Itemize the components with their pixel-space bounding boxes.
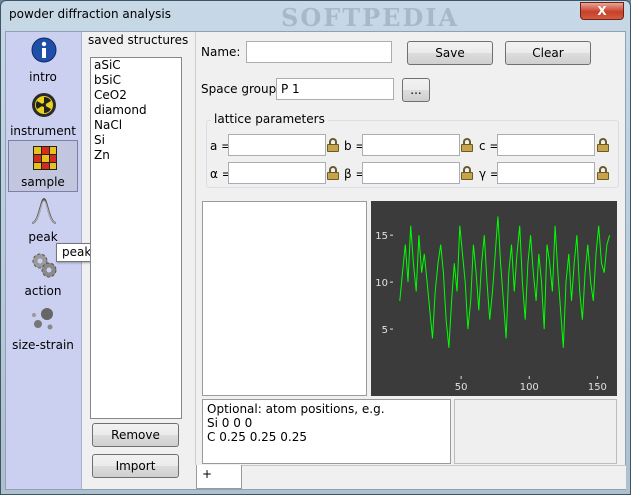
saved-structures-list[interactable]: aSiC bSiC CeO2 diamond NaCl Si Zn	[90, 57, 182, 419]
sidebar-item-label: action	[24, 284, 62, 298]
sidebar-item-label: peak	[28, 230, 58, 244]
title-bar[interactable]: powder diffraction analysis SOFTPEDIA X	[1, 1, 630, 32]
list-item[interactable]: diamond	[91, 103, 181, 118]
name-input[interactable]	[246, 41, 392, 63]
atom-positions-input[interactable]: Optional: atom positions, e.g. Si 0 0 0 …	[202, 399, 451, 464]
clear-button[interactable]: Clear	[505, 41, 591, 65]
x-tick-label: 50	[455, 382, 468, 393]
sidebar-item-label: instrument	[10, 124, 76, 138]
atom-line: C 0.25 0.25 0.25	[207, 430, 307, 444]
diffraction-chart[interactable]: 5 10 15 50 100 150	[371, 201, 617, 396]
import-button[interactable]: Import	[92, 454, 179, 478]
sidebar-item-label: sample	[21, 175, 65, 189]
lock-icon[interactable]	[327, 138, 339, 152]
sidebar-item-peak[interactable]: peak	[8, 194, 78, 246]
peak-icon	[31, 197, 57, 224]
gears-icon	[32, 253, 57, 278]
sidebar-item-label: intro	[29, 70, 57, 84]
sidebar-item-sample[interactable]: sample	[8, 140, 78, 192]
lock-icon[interactable]	[461, 166, 473, 180]
space-group-input[interactable]: P 1	[276, 78, 394, 100]
lock-icon[interactable]	[327, 166, 339, 180]
param-input-gamma[interactable]	[497, 162, 595, 184]
atom-line: Optional: atom positions, e.g.	[207, 402, 385, 416]
tab-bar: +	[196, 465, 626, 489]
chart-svg: 5 10 15 50 100 150	[375, 216, 611, 393]
list-item[interactable]: NaCl	[91, 118, 181, 133]
lock-icon[interactable]	[461, 138, 473, 152]
list-item[interactable]: Si	[91, 133, 181, 148]
sidebar-item-instrument[interactable]: instrument	[8, 88, 78, 140]
tab-add[interactable]: +	[196, 465, 242, 489]
save-button[interactable]: Save	[407, 41, 493, 65]
watermark: SOFTPEDIA	[281, 3, 460, 32]
window-title: powder diffraction analysis	[9, 7, 172, 21]
sidebar: intro instrument sample peak action size…	[6, 32, 98, 489]
param-input-c[interactable]	[497, 134, 595, 156]
close-button[interactable]: X	[580, 2, 624, 20]
list-item[interactable]: Zn	[91, 148, 181, 163]
sidebar-item-intro[interactable]: intro	[8, 34, 78, 86]
remove-button[interactable]: Remove	[92, 423, 179, 447]
structure-view[interactable]	[202, 201, 367, 396]
crystal-grid-icon	[33, 146, 57, 170]
lattice-parameters-title: lattice parameters	[211, 112, 328, 126]
divider	[195, 32, 196, 465]
lock-icon[interactable]	[597, 166, 609, 180]
empty-panel	[454, 399, 617, 464]
particles-icon	[32, 308, 53, 330]
list-item[interactable]: bSiC	[91, 73, 181, 88]
atom-line: Si 0 0 0	[207, 416, 253, 430]
list-item[interactable]: aSiC	[91, 58, 181, 73]
param-input-a[interactable]	[228, 134, 326, 156]
param-input-b[interactable]	[362, 134, 460, 156]
y-tick-label: 10	[375, 278, 388, 289]
x-tick-label: 100	[520, 382, 539, 393]
series-line	[399, 216, 611, 348]
sidebar-item-label: size-strain	[12, 338, 74, 352]
x-tick-label: 150	[588, 382, 607, 393]
radiation-icon	[32, 93, 56, 117]
y-tick-label: 5	[382, 325, 388, 336]
app-window: powder diffraction analysis SOFTPEDIA X …	[0, 0, 631, 495]
param-input-alpha[interactable]	[228, 162, 326, 184]
saved-structures-label: saved structures	[88, 33, 189, 47]
param-input-beta[interactable]	[362, 162, 460, 184]
name-label: Name:	[201, 45, 241, 59]
y-tick-label: 15	[375, 231, 388, 242]
client-area: intro instrument sample peak action size…	[5, 31, 626, 490]
sidebar-item-size-strain[interactable]: size-strain	[8, 302, 78, 354]
space-group-label: Space group:	[201, 82, 281, 96]
lock-icon[interactable]	[597, 138, 609, 152]
list-item[interactable]: CeO2	[91, 88, 181, 103]
space-group-browse-button[interactable]: ...	[402, 78, 430, 102]
info-icon	[31, 37, 57, 63]
